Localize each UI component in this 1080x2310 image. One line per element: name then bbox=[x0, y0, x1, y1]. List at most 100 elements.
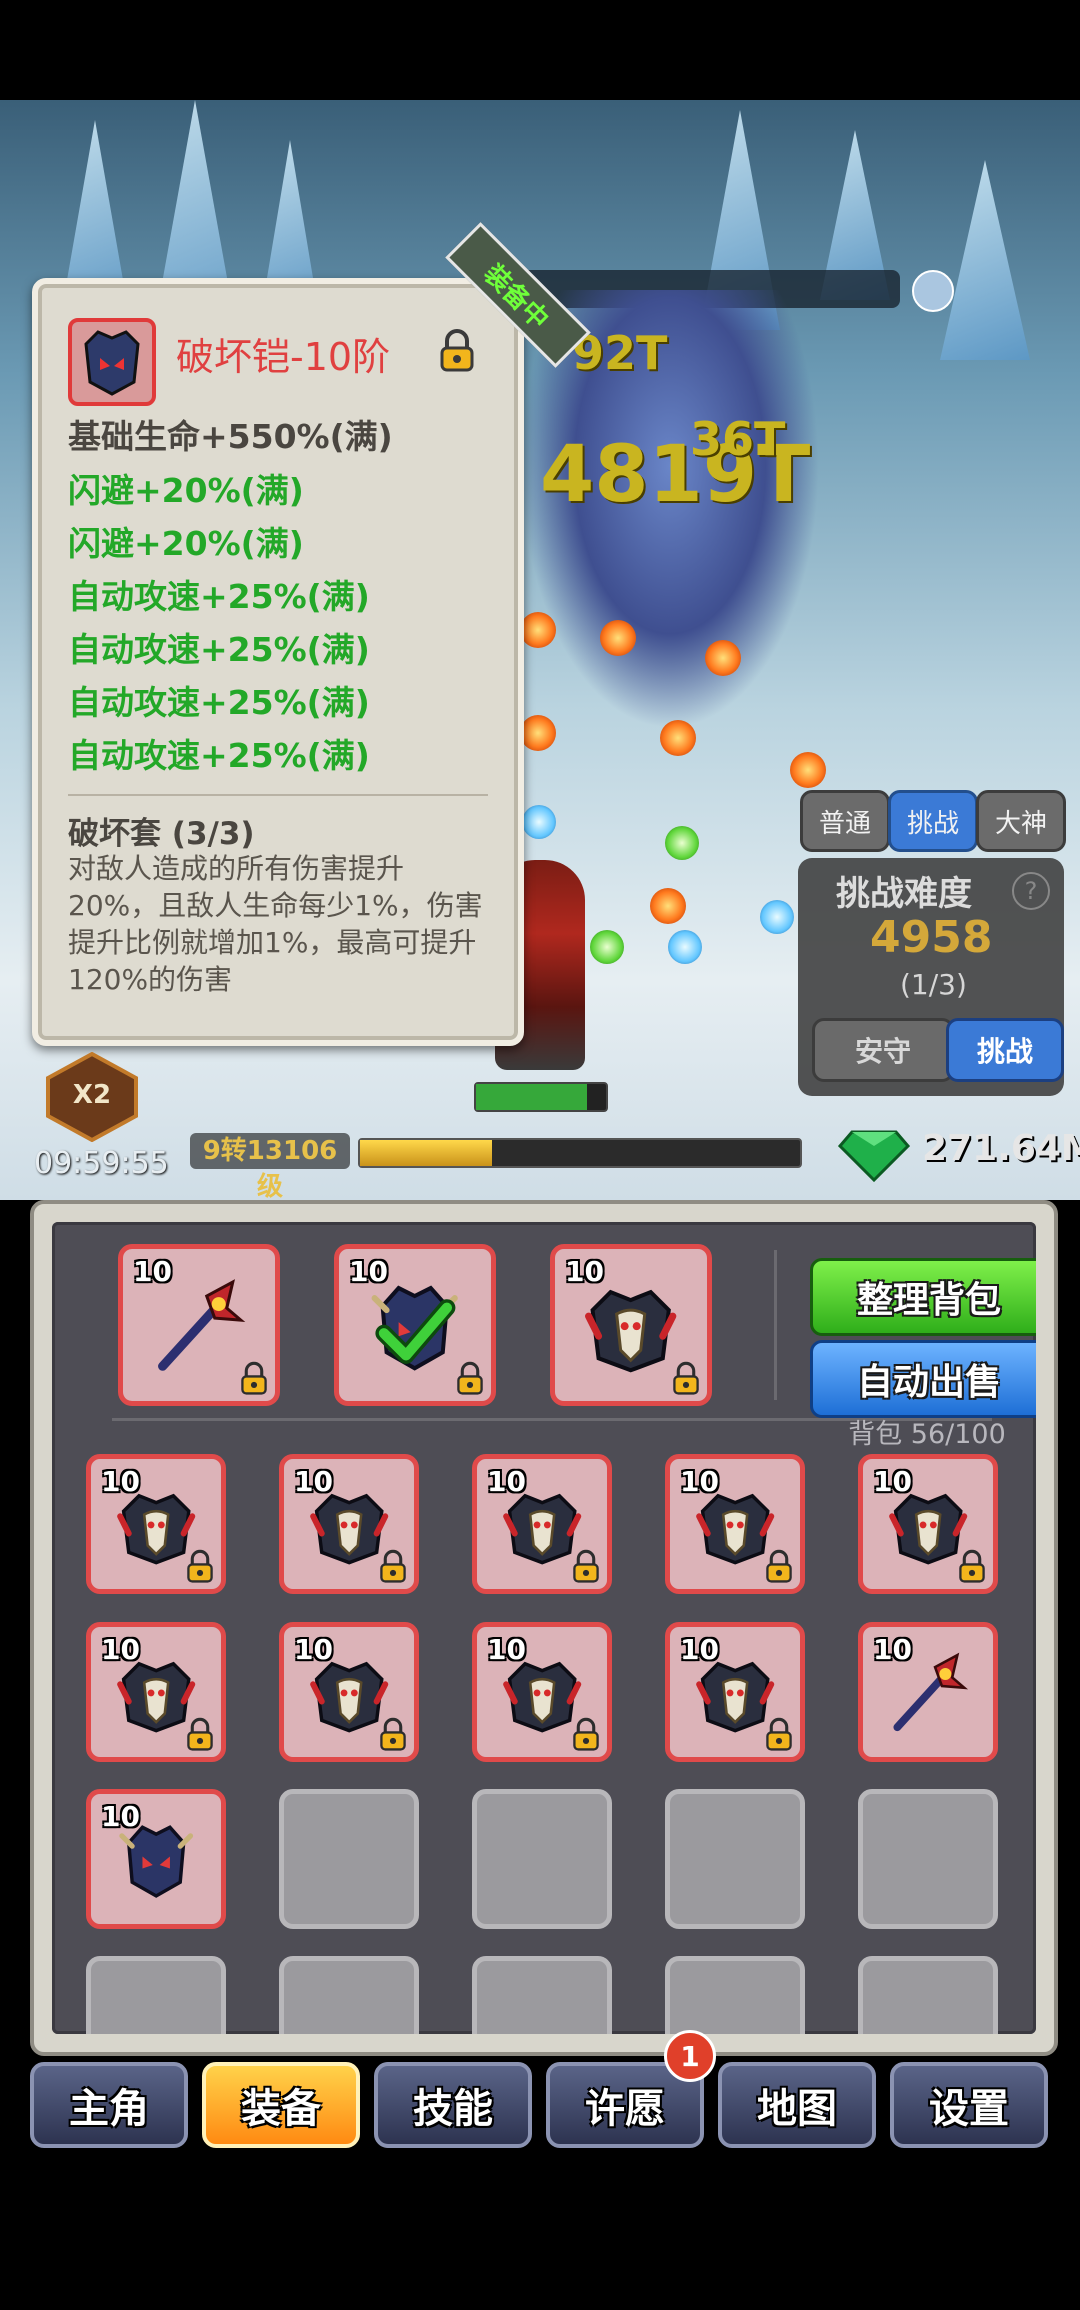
empty-slot[interactable] bbox=[279, 1956, 419, 2034]
empty-slot[interactable] bbox=[86, 1956, 226, 2034]
item-level: 10 bbox=[349, 1255, 388, 1288]
item-slot-armor[interactable]: 10 bbox=[550, 1244, 712, 1406]
nav-hero[interactable]: 主角 bbox=[30, 2062, 188, 2148]
item-title: 破坏铠-10阶 bbox=[176, 335, 391, 379]
tab-normal[interactable]: 普通 bbox=[800, 790, 890, 852]
stat-line: 闪避+20%(满) bbox=[68, 471, 304, 510]
item-level: 10 bbox=[873, 1465, 912, 1498]
lock-icon bbox=[185, 1549, 215, 1583]
item-slot-armor[interactable]: 10 bbox=[86, 1622, 226, 1762]
ice-projectile bbox=[668, 930, 702, 964]
green-projectile bbox=[665, 826, 699, 860]
armor-icon bbox=[579, 1276, 682, 1376]
lock-icon[interactable] bbox=[438, 328, 476, 372]
item-slot-staff[interactable]: 10 bbox=[858, 1622, 998, 1762]
set-name: 破坏套 (3/3) bbox=[68, 816, 255, 852]
lock-icon bbox=[764, 1717, 794, 1751]
item-slot-armor[interactable]: 10 bbox=[472, 1622, 612, 1762]
fireball-projectile bbox=[650, 888, 686, 924]
ice-crystal bbox=[940, 160, 1030, 360]
item-slot-armor[interactable]: 10 bbox=[472, 1454, 612, 1594]
empty-slot[interactable] bbox=[472, 1789, 612, 1929]
item-slot-armor[interactable]: 10 bbox=[279, 1454, 419, 1594]
item-slot-armor[interactable]: 10 bbox=[665, 1454, 805, 1594]
stat-line: 自动攻速+25%(满) bbox=[68, 630, 370, 669]
multiplier-label: X2 bbox=[72, 1080, 112, 1110]
xp-bar-fill bbox=[360, 1140, 492, 1166]
item-slot-helmet[interactable]: 10 bbox=[86, 1789, 226, 1929]
auto-sell-button[interactable]: 自动出售 bbox=[810, 1340, 1036, 1418]
item-level: 10 bbox=[133, 1255, 172, 1288]
item-level: 10 bbox=[101, 1465, 140, 1498]
lock-icon bbox=[671, 1361, 701, 1395]
empty-slot[interactable] bbox=[665, 1789, 805, 1929]
tab-master[interactable]: 大神 bbox=[976, 790, 1066, 852]
speed-multiplier-badge[interactable]: X2 bbox=[44, 1051, 140, 1143]
notification-badge: 1 bbox=[664, 2030, 716, 2082]
stat-line: 自动攻速+25%(满) bbox=[68, 577, 370, 616]
sort-bag-button[interactable]: 整理背包 bbox=[810, 1258, 1036, 1336]
item-slot-armor[interactable]: 10 bbox=[665, 1622, 805, 1762]
lock-icon bbox=[957, 1549, 987, 1583]
item-slot-armor[interactable]: 10 bbox=[858, 1454, 998, 1594]
stat-line: 基础生命+550%(满) bbox=[68, 417, 393, 456]
lock-icon bbox=[764, 1549, 794, 1583]
item-slot-armor[interactable]: 10 bbox=[279, 1622, 419, 1762]
empty-slot[interactable] bbox=[665, 1956, 805, 2034]
lock-icon bbox=[378, 1717, 408, 1751]
xp-bar bbox=[358, 1138, 802, 1168]
currency-amount: 271.64M bbox=[922, 1128, 1080, 1169]
tab-challenge[interactable]: 挑战 bbox=[888, 790, 978, 852]
damage-number: 36T bbox=[690, 412, 786, 466]
nav-settings[interactable]: 设置 bbox=[890, 2062, 1048, 2148]
nav-skills[interactable]: 技能 bbox=[374, 2062, 532, 2148]
fireball-projectile bbox=[660, 720, 696, 756]
divider bbox=[774, 1250, 777, 1400]
item-level: 10 bbox=[294, 1465, 333, 1498]
stat-line: 闪避+20%(满) bbox=[68, 524, 304, 563]
challenge-title: 挑战难度 bbox=[836, 874, 972, 914]
snowflake-icon bbox=[912, 270, 954, 312]
gem-icon bbox=[837, 1112, 911, 1184]
challenge-button[interactable]: 挑战 bbox=[946, 1018, 1064, 1082]
safe-button[interactable]: 安守 bbox=[812, 1018, 954, 1082]
lock-icon bbox=[185, 1717, 215, 1751]
item-level: 10 bbox=[101, 1633, 140, 1666]
ice-projectile bbox=[522, 805, 556, 839]
challenge-progress: (1/3) bbox=[900, 968, 967, 1001]
inventory-panel: 整理背包 自动出售 背包 56/100 10 10 10 10 10 10 10 10 10 1… bbox=[30, 1200, 1058, 2056]
item-slot-helmet[interactable]: 10 bbox=[334, 1244, 496, 1406]
lock-icon bbox=[571, 1549, 601, 1583]
bag-capacity: 背包 56/100 bbox=[848, 1419, 1006, 1450]
item-slot-staff[interactable]: 10 bbox=[118, 1244, 280, 1406]
lock-icon bbox=[571, 1717, 601, 1751]
fireball-projectile bbox=[600, 620, 636, 656]
hero-hp-bar bbox=[474, 1082, 608, 1112]
help-icon[interactable]: ? bbox=[1012, 872, 1050, 910]
staff-icon bbox=[147, 1276, 250, 1376]
stat-line: 自动攻速+25%(满) bbox=[68, 736, 370, 775]
hero-hp-fill bbox=[476, 1084, 587, 1110]
ice-projectile bbox=[760, 900, 794, 934]
nav-map[interactable]: 地图 bbox=[718, 2062, 876, 2148]
empty-slot[interactable] bbox=[858, 1956, 998, 2034]
stat-line: 自动攻速+25%(满) bbox=[68, 683, 370, 722]
fireball-projectile bbox=[705, 640, 741, 676]
empty-slot[interactable] bbox=[279, 1789, 419, 1929]
item-slot-armor[interactable]: 10 bbox=[86, 1454, 226, 1594]
item-level: 10 bbox=[680, 1465, 719, 1498]
item-level: 10 bbox=[680, 1633, 719, 1666]
green-projectile bbox=[590, 930, 624, 964]
item-level: 10 bbox=[873, 1633, 912, 1666]
armor-icon bbox=[68, 318, 156, 406]
fireball-projectile bbox=[520, 715, 556, 751]
fireball-projectile bbox=[790, 752, 826, 788]
item-level: 10 bbox=[101, 1800, 140, 1833]
nav-equipment[interactable]: 装备 bbox=[202, 2062, 360, 2148]
equipped-check-icon bbox=[372, 1289, 457, 1374]
challenge-value: 4958 bbox=[870, 912, 993, 963]
empty-slot[interactable] bbox=[472, 1956, 612, 2034]
item-level: 10 bbox=[565, 1255, 604, 1288]
lock-icon bbox=[455, 1361, 485, 1395]
empty-slot[interactable] bbox=[858, 1789, 998, 1929]
